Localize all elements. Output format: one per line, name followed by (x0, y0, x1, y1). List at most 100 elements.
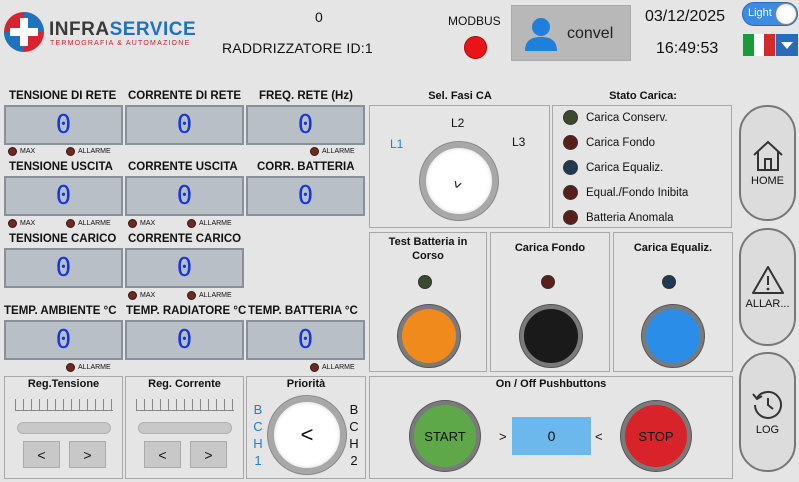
user-button[interactable]: convel (511, 5, 631, 61)
temp-ambiente-label: TEMP. AMBIENTE °C (4, 305, 117, 317)
stato-carica-panel: Carica Conserv. Carica Fondo Carica Equa… (552, 105, 732, 228)
carica-equaliz-panel: Carica Equaliz. (613, 232, 733, 372)
corrente-carico-display: 0 (125, 248, 244, 288)
reg-corrente-panel: Reg. Corrente < > (125, 376, 244, 479)
stato-fondo: Carica Fondo (563, 135, 655, 150)
test-batteria-panel: Test Batteria in Corso (369, 232, 487, 372)
led-fondo (563, 135, 578, 150)
led-anomala (563, 210, 578, 225)
carica-equaliz-title: Carica Equaliz. (633, 242, 713, 254)
reg-corrente-decrease-button[interactable]: < (144, 441, 181, 468)
temp-batteria-display: 0 (246, 320, 365, 360)
onoff-value-field[interactable]: 0 (512, 417, 591, 455)
corrente-uscita-label: CORRENTE USCITA (128, 161, 238, 173)
tensione-carico-label: TENSIONE CARICO (9, 233, 117, 245)
corrente-uscita-display: 0 (125, 176, 244, 216)
corrente-carico-max-indicator: MAX (128, 291, 155, 300)
onoff-title: On / Off Pushbuttons (495, 378, 607, 390)
reg-tensione-title: Reg.Tensione (27, 378, 100, 390)
stop-button[interactable]: STOP (621, 401, 691, 471)
carica-fondo-panel: Carica Fondo (490, 232, 610, 372)
stato-equaliz: Carica Equaliz. (563, 160, 663, 175)
tensione-rete-alarm-indicator: ALLARME (66, 147, 111, 156)
corrente-carico-alarm-indicator: ALLARME (187, 291, 232, 300)
reg-tensione-panel: Reg.Tensione < > (4, 376, 123, 479)
temp-ambiente-display: 0 (4, 320, 123, 360)
theme-toggle[interactable]: Light (742, 2, 798, 26)
language-dropdown-button[interactable] (776, 34, 798, 56)
phase-l3-label: L3 (512, 135, 526, 149)
priorita-panel: Priorità BCH1 BCH2 < (246, 376, 366, 479)
modbus-label: MODBUS (448, 14, 501, 28)
reg-tensione-scale (15, 399, 113, 411)
corrente-rete-display: 0 (125, 105, 244, 145)
corrente-carico-label: CORRENTE CARICO (128, 233, 242, 245)
reg-corrente-increase-button[interactable]: > (190, 441, 227, 468)
stato-carica-title: Stato Carica: (609, 90, 677, 102)
history-icon (751, 390, 782, 419)
toggle-knob (776, 4, 796, 24)
current-time: 16:49:53 (656, 40, 719, 57)
sel-fasi-title: Sel. Fasi CA (428, 90, 492, 102)
tensione-uscita-label: TENSIONE USCITA (9, 161, 113, 173)
value-lt-label: < (595, 429, 603, 444)
onoff-panel: On / Off Pushbuttons START > 0 < STOP (369, 376, 733, 479)
phase-l1-label: L1 (390, 137, 404, 151)
tensione-carico-display: 0 (4, 248, 123, 288)
temp-batteria-label: TEMP. BATTERIA °C (248, 305, 358, 317)
start-button[interactable]: START (410, 401, 480, 471)
carica-fondo-led (541, 275, 555, 289)
carica-fondo-button[interactable] (520, 305, 582, 367)
sel-fasi-panel: L2 L1 L3 ^ (369, 105, 550, 228)
reg-tensione-increase-button[interactable]: > (69, 441, 106, 468)
logo-icon (4, 12, 44, 52)
italian-flag-icon[interactable] (743, 34, 776, 56)
carica-equaliz-button[interactable] (642, 305, 704, 367)
warning-icon (751, 266, 784, 294)
tensione-rete-display: 0 (4, 105, 123, 145)
alarms-nav-button[interactable]: ALLAR... (739, 228, 796, 346)
corr-batteria-label: CORR. BATTERIA (257, 161, 355, 173)
test-batteria-button[interactable] (398, 305, 460, 367)
home-icon (752, 140, 783, 171)
knob-pointer: ^ (452, 172, 466, 191)
reg-tensione-decrease-button[interactable]: < (23, 441, 60, 468)
carica-fondo-title: Carica Fondo (514, 242, 586, 254)
stato-conserv: Carica Conserv. (563, 110, 668, 125)
theme-toggle-label: Light (748, 7, 772, 19)
user-icon (525, 18, 557, 51)
reg-tensione-slider[interactable] (17, 422, 111, 434)
tensione-rete-label: TENSIONE DI RETE (9, 90, 117, 102)
corrente-uscita-alarm-indicator: ALLARME (187, 219, 232, 228)
log-nav-button[interactable]: LOG (739, 352, 796, 472)
tensione-uscita-alarm-indicator: ALLARME (66, 219, 111, 228)
reg-corrente-slider[interactable] (138, 422, 232, 434)
priorita-title: Priorità (286, 378, 326, 390)
carica-equaliz-led (662, 275, 676, 289)
current-date: 03/12/2025 (645, 8, 726, 25)
reg-corrente-scale (136, 399, 234, 411)
tensione-uscita-max-indicator: MAX (8, 219, 35, 228)
reg-corrente-title: Reg. Corrente (148, 378, 221, 390)
priority-bch2-label: BCH2 (349, 402, 359, 468)
corr-batteria-display: 0 (246, 176, 365, 216)
brand-name: INFRASERVICE (49, 19, 197, 40)
priority-bch1-label: BCH1 (253, 402, 263, 468)
stato-anomala: Batteria Anomala (563, 210, 674, 225)
priority-selector-knob[interactable]: < (268, 396, 346, 474)
freq-rete-display: 0 (246, 105, 365, 145)
tensione-rete-max-indicator: MAX (8, 147, 35, 156)
led-conserv (563, 110, 578, 125)
test-batteria-title: Test Batteria in Corso (388, 236, 468, 262)
corrente-uscita-max-indicator: MAX (128, 219, 155, 228)
modbus-status-led (464, 36, 487, 59)
freq-rete-label: FREQ. RETE (Hz) (259, 90, 353, 102)
home-nav-button[interactable]: HOME (739, 105, 796, 221)
phase-selector-knob[interactable]: ^ (420, 142, 498, 220)
phase-l2-label: L2 (451, 116, 465, 130)
temp-batteria-alarm-indicator: ALLARME (310, 363, 355, 372)
stato-inibita: Equal./Fondo Inibita (563, 185, 688, 200)
header-counter: 0 (315, 9, 323, 25)
user-name: convel (567, 25, 614, 42)
company-logo: INFRASERVICE TERMOGRAFIA & AUTOMAZIONE (2, 10, 202, 56)
